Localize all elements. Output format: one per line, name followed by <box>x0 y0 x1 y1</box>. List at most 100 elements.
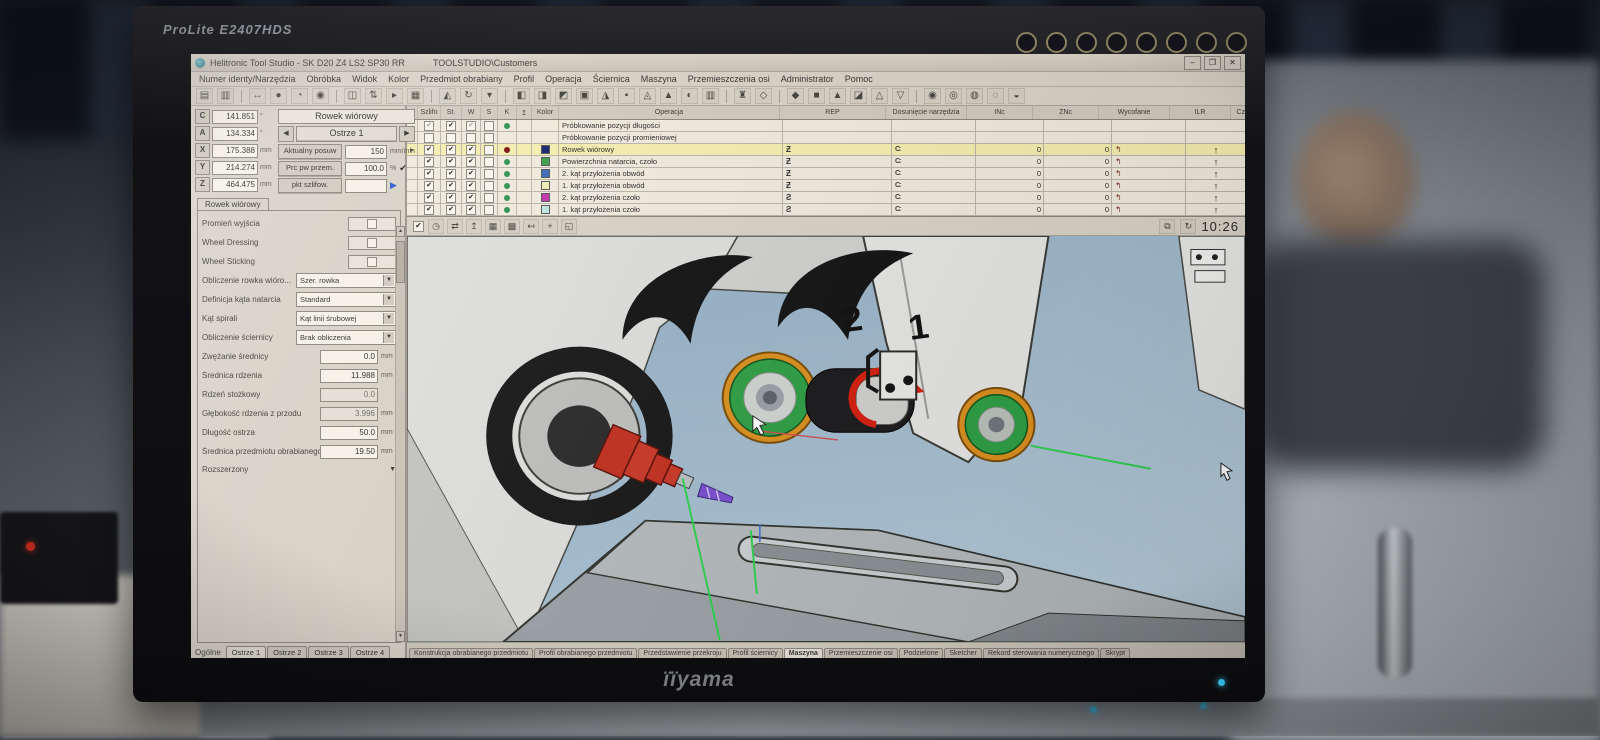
checkbox-icon[interactable] <box>484 145 494 155</box>
param-tab[interactable]: Rowek wiórowy <box>197 198 269 210</box>
feed-value-field[interactable]: 150 <box>345 145 387 159</box>
checkbox-icon[interactable]: ✔ <box>466 145 476 155</box>
checkbox-icon[interactable] <box>484 181 494 191</box>
toolbar-icon[interactable]: ▥ <box>702 88 719 104</box>
toolbar-icon[interactable]: ◮ <box>597 88 614 104</box>
toolbar-icon[interactable]: ◪ <box>850 88 867 104</box>
param-select[interactable]: Standard▼ <box>296 292 396 307</box>
osd-button[interactable] <box>1166 32 1187 53</box>
table-row[interactable]: ▸✔✔✔Rowek wiórowyƵC:00↰↑05:36 <box>407 144 1245 156</box>
toolbar-icon[interactable]: ▲ <box>660 88 677 104</box>
menu-item[interactable]: Ściernica <box>593 74 630 84</box>
checkbox-icon[interactable] <box>424 133 434 143</box>
column-header[interactable]: Operacja <box>559 106 780 119</box>
viewport-tool-icon[interactable]: ▦ <box>485 219 501 234</box>
view-tab[interactable]: Przemieszczenie osi <box>824 648 898 658</box>
checkbox-icon[interactable] <box>484 205 494 215</box>
view-tab[interactable]: Sketcher <box>944 648 982 658</box>
toolbar-icon[interactable]: ◉ <box>924 88 941 104</box>
osd-button[interactable] <box>1046 32 1067 53</box>
column-header[interactable]: St. <box>441 106 462 119</box>
view-tab[interactable]: Profil obrabianego przedmiotu <box>534 648 637 658</box>
machine-3d-viewport[interactable]: 2 1 <box>407 236 1245 642</box>
osd-button[interactable] <box>1016 32 1037 53</box>
viewport-checkbox[interactable]: ✔ <box>413 221 424 232</box>
checkbox-icon[interactable]: ✔ <box>446 157 456 167</box>
prev-blade-button[interactable]: ◀ <box>278 126 294 142</box>
checkbox-icon[interactable]: ✔ <box>424 145 434 155</box>
table-row[interactable]: ✔✔✔Próbkowanie pozycji długości00:00 <box>407 120 1245 132</box>
toolbar-icon[interactable]: ▪ <box>618 88 635 104</box>
axis-button[interactable]: A <box>195 126 210 141</box>
param-checkbox[interactable] <box>348 217 396 231</box>
column-header[interactable]: INc <box>967 106 1033 119</box>
column-header[interactable]: ↥ <box>517 106 532 119</box>
osd-button[interactable] <box>1196 32 1217 53</box>
scroll-thumb[interactable] <box>396 241 405 283</box>
column-header[interactable]: ZNc <box>1033 106 1099 119</box>
menu-item[interactable]: Operacja <box>545 74 582 84</box>
toolbar-icon[interactable]: ◧ <box>513 88 530 104</box>
viewport-tool-icon[interactable]: ▩ <box>504 219 520 234</box>
toolbar-icon[interactable]: ⇅ <box>365 88 382 104</box>
column-header[interactable]: K <box>498 106 517 119</box>
column-header[interactable]: Dosunięcie narzędzia <box>886 106 967 119</box>
toolbar-icon[interactable]: ▣ <box>576 88 593 104</box>
restore-button[interactable]: ❐ <box>1204 56 1221 70</box>
menu-item[interactable]: Widok <box>352 74 377 84</box>
chevron-down-icon[interactable]: ▼ <box>383 332 394 343</box>
menu-item[interactable]: Profil <box>514 74 535 84</box>
view-tab[interactable]: Konstrukcja obrabianego przedmiotu <box>409 648 533 658</box>
view-tab[interactable]: Maszyna <box>784 648 823 658</box>
menu-item[interactable]: Kolor <box>388 74 409 84</box>
toolbar-icon[interactable]: ◐ <box>681 88 698 104</box>
panel-scrollbar[interactable]: ▲ ▼ <box>395 226 405 642</box>
toolbar-icon[interactable]: ↔ <box>249 88 266 104</box>
table-row[interactable]: ✔✔✔2. kąt przyłożenia czołoƧC:00↰↑00:36 <box>407 192 1245 204</box>
toolbar-icon[interactable]: △ <box>871 88 888 104</box>
toolbar-icon[interactable]: ◫ <box>344 88 361 104</box>
toolbar-icon[interactable]: ▥ <box>217 88 234 104</box>
toolbar-icon[interactable]: ◩ <box>555 88 572 104</box>
column-header[interactable]: S <box>481 106 498 119</box>
viewport-tool-icon[interactable]: + <box>542 219 558 234</box>
view-tab[interactable]: Przedstawienie przekroju <box>638 648 726 658</box>
snapshot-icon[interactable]: ⧉ <box>1159 219 1175 234</box>
toolbar-icon[interactable]: ▤ <box>196 88 213 104</box>
osd-button[interactable] <box>1226 32 1247 53</box>
toolbar-icon[interactable]: ◔ <box>291 88 308 104</box>
checkbox-icon[interactable] <box>484 169 494 179</box>
checkbox-icon[interactable]: ✔ <box>424 121 434 131</box>
menu-item[interactable]: Przedmiot obrabiany <box>420 74 503 84</box>
checkbox-icon[interactable]: ✔ <box>424 205 434 215</box>
viewport-tool-icon[interactable]: ◷ <box>428 219 444 234</box>
checkbox-icon[interactable]: ✔ <box>466 157 476 167</box>
table-row[interactable]: ✔✔✔2. kąt przyłożenia obwódƵC:00↰↑31:56 <box>407 168 1245 180</box>
chevron-down-icon[interactable]: ▼ <box>383 313 394 324</box>
table-row[interactable]: ✔✔✔1. kąt przyłożenia obwódƵC:00↰↑31:56 <box>407 180 1245 192</box>
toolbar-icon[interactable]: ◬ <box>639 88 656 104</box>
blade-tab[interactable]: Ostrze 2 <box>267 646 307 658</box>
toolbar-icon[interactable]: ◉ <box>312 88 329 104</box>
checkbox-icon[interactable]: ✔ <box>424 181 434 191</box>
osd-button[interactable] <box>1106 32 1127 53</box>
axis-button[interactable]: C <box>195 109 210 124</box>
checkbox-icon[interactable]: ✔ <box>466 121 476 131</box>
checkbox-icon[interactable]: ✔ <box>446 181 456 191</box>
param-input[interactable]: 11.988 <box>320 369 378 383</box>
view-tab[interactable]: Rekord sterowania numerycznego <box>983 648 1099 658</box>
toolbar-icon[interactable]: ▽ <box>892 88 909 104</box>
expander-row[interactable]: Rozszerzony▼ <box>202 461 396 477</box>
blade-tab[interactable]: Ostrze 4 <box>350 646 390 658</box>
grind-point-button[interactable]: pkt szlifow. <box>278 178 342 193</box>
column-header[interactable]: W <box>462 106 481 119</box>
checkbox-icon[interactable]: ✔ <box>446 121 456 131</box>
toolbar-icon[interactable]: ◨ <box>534 88 551 104</box>
table-row[interactable]: ✔✔✔1. kąt przyłożenia czołoƧC:00↰↑00:15 <box>407 204 1245 216</box>
toolbar-icon[interactable]: ▾ <box>481 88 498 104</box>
param-input[interactable]: 19.50 <box>320 445 378 459</box>
viewport-tool-icon[interactable]: ↥ <box>466 219 482 234</box>
param-select[interactable]: Szer. rowka▼ <box>296 273 396 288</box>
param-select[interactable]: Brak obliczenia▼ <box>296 330 396 345</box>
axis-value-field[interactable]: 214.274 <box>212 161 258 175</box>
